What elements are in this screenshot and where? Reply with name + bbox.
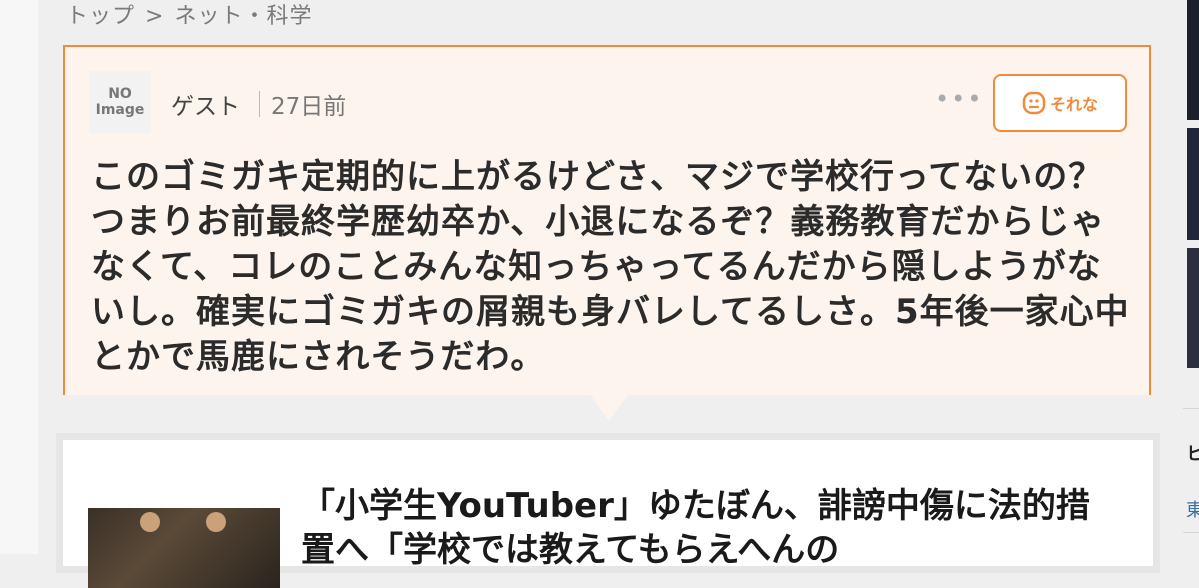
breadcrumb-home[interactable]: トップ <box>66 4 135 29</box>
article-card[interactable]: 「小学生YouTuber」ゆたぼん、誹謗中傷に法的措置へ「学校では教えてもらえへ… <box>56 433 1160 588</box>
breadcrumb-separator: > <box>145 4 165 29</box>
neutral-face-icon <box>1022 91 1046 115</box>
comment-user: ゲスト <box>171 94 240 120</box>
meta-divider <box>259 91 260 117</box>
comment-text: このゴミガキ定期的に上がるけどさ、マジで学校行ってないの？つまりお前最終学歴幼卒… <box>91 157 1130 377</box>
comment-time: 27日前 <box>271 94 347 120</box>
comment-card: NO Image ゲスト 27日前 ••• それな このゴミガキ定期的に上がるけ… <box>63 45 1151 395</box>
avatar-line2: Image <box>95 102 145 118</box>
rail-divider <box>1183 532 1199 533</box>
sorena-button[interactable]: それな <box>993 74 1127 132</box>
rail-heading: ヒ <box>1186 444 1199 465</box>
comment-pointer <box>589 393 629 421</box>
avatar-line1: NO <box>108 86 132 102</box>
rail-thumbnail[interactable] <box>1187 0 1199 120</box>
rail-thumbnail[interactable] <box>1187 128 1199 240</box>
rail-thumbnail[interactable] <box>1187 248 1199 368</box>
more-dots-icon[interactable]: ••• <box>935 85 983 113</box>
breadcrumb-current[interactable]: ネット・科学 <box>174 4 312 29</box>
thumbnail-figure <box>140 512 160 532</box>
breadcrumb: トップ > ネット・科学 <box>66 0 312 30</box>
thumbnail-figure <box>206 512 226 532</box>
article-title[interactable]: 「小学生YouTuber」ゆたぼん、誹謗中傷に法的措置へ「学校では教えてもらえへ… <box>301 484 1121 572</box>
left-gutter <box>0 0 38 554</box>
article-thumbnail[interactable] <box>88 508 280 588</box>
sorena-label: それな <box>1049 95 1098 114</box>
rail-divider <box>1183 408 1199 409</box>
avatar: NO Image <box>89 71 151 133</box>
rail-link[interactable]: 東 <box>1186 496 1199 522</box>
